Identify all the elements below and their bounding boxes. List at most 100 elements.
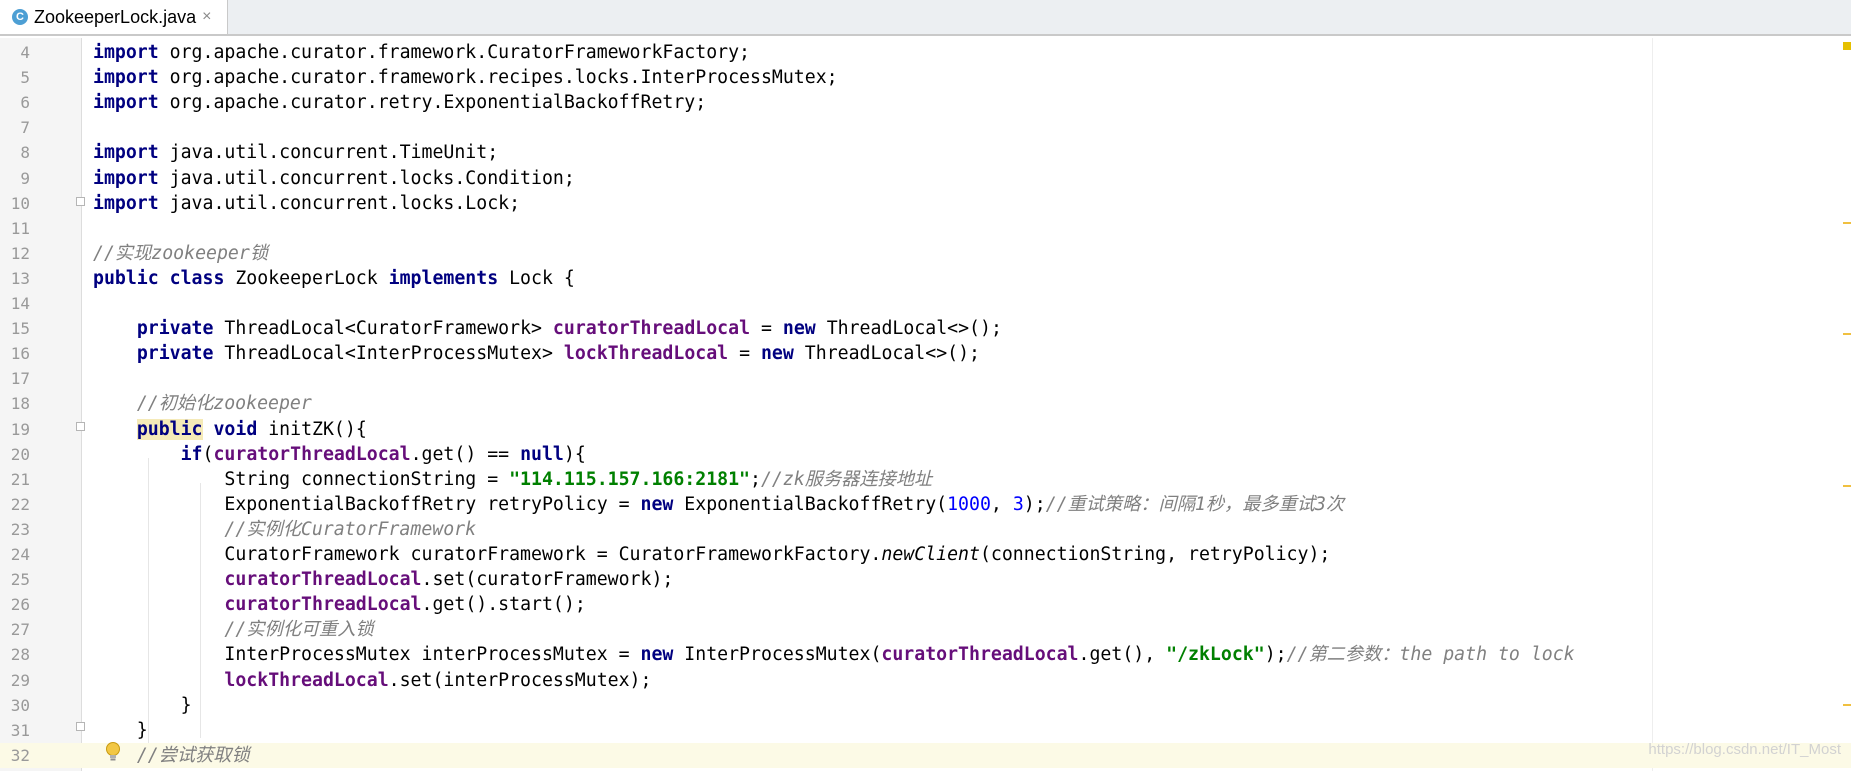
line-number: 20 xyxy=(10,444,30,464)
code-line[interactable]: 4 import org.apache.curator.framework.Cur… xyxy=(0,40,1851,65)
line-number: 4 xyxy=(20,43,30,62)
code-line[interactable]: 13 public class ZookeeperLock implements … xyxy=(0,266,1851,291)
code-token: = xyxy=(750,318,783,340)
code-token: ExponentialBackoffRetry( xyxy=(673,493,948,515)
code-token: ThreadLocal<CuratorFramework> xyxy=(213,318,553,340)
code-line[interactable]: 25 curatorThreadLocal.set(curatorFramewo… xyxy=(0,567,1851,592)
code-text: public void initZK(){ xyxy=(93,417,367,442)
code-line[interactable]: 8 import java.util.concurrent.TimeUnit; xyxy=(0,140,1851,165)
scrollbar-marker[interactable] xyxy=(1843,222,1851,224)
code-line[interactable]: 26 curatorThreadLocal.get().start(); xyxy=(0,592,1851,617)
line-number: 25 xyxy=(10,570,30,590)
code-line[interactable]: 15 private ThreadLocal<CuratorFramework>… xyxy=(0,316,1851,341)
code-token: } xyxy=(93,694,192,716)
code-line[interactable]: 30 } xyxy=(0,693,1851,718)
code-token: //实例化可重入锁 xyxy=(224,619,374,641)
scrollbar-marker[interactable] xyxy=(1843,704,1851,706)
code-token: java.util.concurrent.locks.Condition; xyxy=(158,167,575,189)
lightbulb-icon[interactable] xyxy=(104,741,122,763)
code-line[interactable]: 12 //实现zookeeper锁 xyxy=(0,241,1851,266)
code-token: org.apache.curator.framework.recipes.loc… xyxy=(158,67,838,89)
code-text: //初始化zookeeper xyxy=(93,391,312,416)
code-token: //实现zookeeper锁 xyxy=(93,242,269,264)
code-token: public class xyxy=(93,267,225,289)
code-text: import org.apache.curator.retry.Exponent… xyxy=(93,90,706,115)
code-line[interactable]: 27 //实例化可重入锁 xyxy=(0,617,1851,642)
code-token: .set(curatorFramework); xyxy=(421,569,674,591)
code-token: if xyxy=(180,443,203,465)
line-number: 15 xyxy=(10,319,30,339)
line-number: 16 xyxy=(10,344,30,364)
code-token: ); xyxy=(1264,644,1287,666)
scrollbar-warning-marker[interactable] xyxy=(1843,42,1851,50)
scrollbar-marker[interactable] xyxy=(1843,333,1851,335)
fold-marker[interactable] xyxy=(76,197,85,206)
code-line[interactable]: 19 public void initZK(){ xyxy=(0,417,1851,442)
line-number: 19 xyxy=(10,419,30,439)
code-editor[interactable]: 4 import org.apache.curator.framework.Cur… xyxy=(0,38,1851,771)
code-token: Lock { xyxy=(498,267,575,289)
code-token: ( xyxy=(202,443,214,465)
code-token: initZK(){ xyxy=(257,418,367,440)
line-number: 24 xyxy=(10,545,30,564)
code-line[interactable]: 18 //初始化zookeeper xyxy=(0,391,1851,416)
code-token: implements xyxy=(388,267,499,289)
code-token: new xyxy=(782,318,816,340)
code-token: , xyxy=(990,493,1013,515)
watermark: https://blog.csdn.net/IT_Most xyxy=(1648,741,1841,758)
fold-marker[interactable] xyxy=(76,722,85,731)
line-number: 23 xyxy=(10,519,30,539)
code-token: import xyxy=(93,192,159,214)
code-text: private ThreadLocal<InterProcessMutex> l… xyxy=(93,341,980,366)
close-icon[interactable]: × xyxy=(202,8,211,26)
code-token: (connectionString, retryPolicy); xyxy=(979,544,1331,565)
code-token: lockThreadLocal xyxy=(224,669,389,691)
code-line[interactable]: 32 //尝试获取锁 xyxy=(0,742,1851,768)
code-token: ThreadLocal<InterProcessMutex> xyxy=(213,343,564,365)
code-token: //尝试获取锁 xyxy=(136,744,250,766)
code-token: void xyxy=(213,418,258,440)
code-line[interactable]: 24 CuratorFramework curatorFramework = C… xyxy=(0,542,1851,567)
code-token: String connectionString = xyxy=(93,468,510,490)
code-line[interactable]: 5 import org.apache.curator.framework.rec… xyxy=(0,65,1851,90)
code-token: = xyxy=(728,343,761,365)
code-token: //重试策略：间隔1秒，最多重试3次 xyxy=(1045,493,1345,515)
tab-zookeeperlock-java[interactable]: C ZookeeperLock.java × xyxy=(0,0,228,34)
line-number: 10 xyxy=(10,193,30,213)
code-line[interactable]: 11 xyxy=(0,216,1851,241)
code-line[interactable]: 28 InterProcessMutex interProcessMutex =… xyxy=(0,642,1851,667)
code-line[interactable]: 29 lockThreadLocal.set(interProcessMutex… xyxy=(0,668,1851,693)
code-line[interactable]: 7 xyxy=(0,115,1851,140)
code-token: new xyxy=(640,493,674,515)
code-text: //实例化CuratorFramework xyxy=(93,517,476,542)
code-line[interactable]: 21 String connectionString = "114.115.15… xyxy=(0,467,1851,492)
code-token: java.util.concurrent.TimeUnit; xyxy=(158,142,499,164)
code-line[interactable]: 23 //实例化CuratorFramework xyxy=(0,517,1851,542)
code-token: import xyxy=(93,167,159,189)
code-token: import xyxy=(93,92,159,114)
code-text: private ThreadLocal<CuratorFramework> cu… xyxy=(93,316,1002,341)
code-line[interactable]: 22 ExponentialBackoffRetry retryPolicy =… xyxy=(0,492,1851,517)
code-line[interactable]: 9 import java.util.concurrent.locks.Condi… xyxy=(0,166,1851,191)
code-token: lockThreadLocal xyxy=(563,343,729,365)
code-token: } xyxy=(93,719,148,741)
code-line[interactable]: 17 xyxy=(0,366,1851,391)
line-number: 30 xyxy=(10,695,30,715)
code-token: 3 xyxy=(1012,493,1024,515)
code-token: org.apache.curator.retry.ExponentialBack… xyxy=(158,92,707,114)
code-text: import java.util.concurrent.locks.Lock; xyxy=(93,191,520,216)
code-token: ; xyxy=(750,468,761,490)
code-token: import xyxy=(93,42,159,63)
code-line[interactable]: 16 private ThreadLocal<InterProcessMutex… xyxy=(0,341,1851,366)
scrollbar-marker[interactable] xyxy=(1843,485,1851,487)
fold-marker[interactable] xyxy=(76,422,85,431)
code-line[interactable]: 10 import java.util.concurrent.locks.Lock… xyxy=(0,191,1851,216)
code-text: String connectionString = "114.115.157.1… xyxy=(93,467,932,492)
code-line[interactable]: 6 import org.apache.curator.retry.Exponen… xyxy=(0,90,1851,115)
code-line[interactable]: 14 xyxy=(0,291,1851,316)
code-token: .get(), xyxy=(1078,644,1167,666)
code-line[interactable]: 31 } xyxy=(0,718,1851,743)
code-line[interactable]: 20 if(curatorThreadLocal.get() == null){ xyxy=(0,442,1851,467)
